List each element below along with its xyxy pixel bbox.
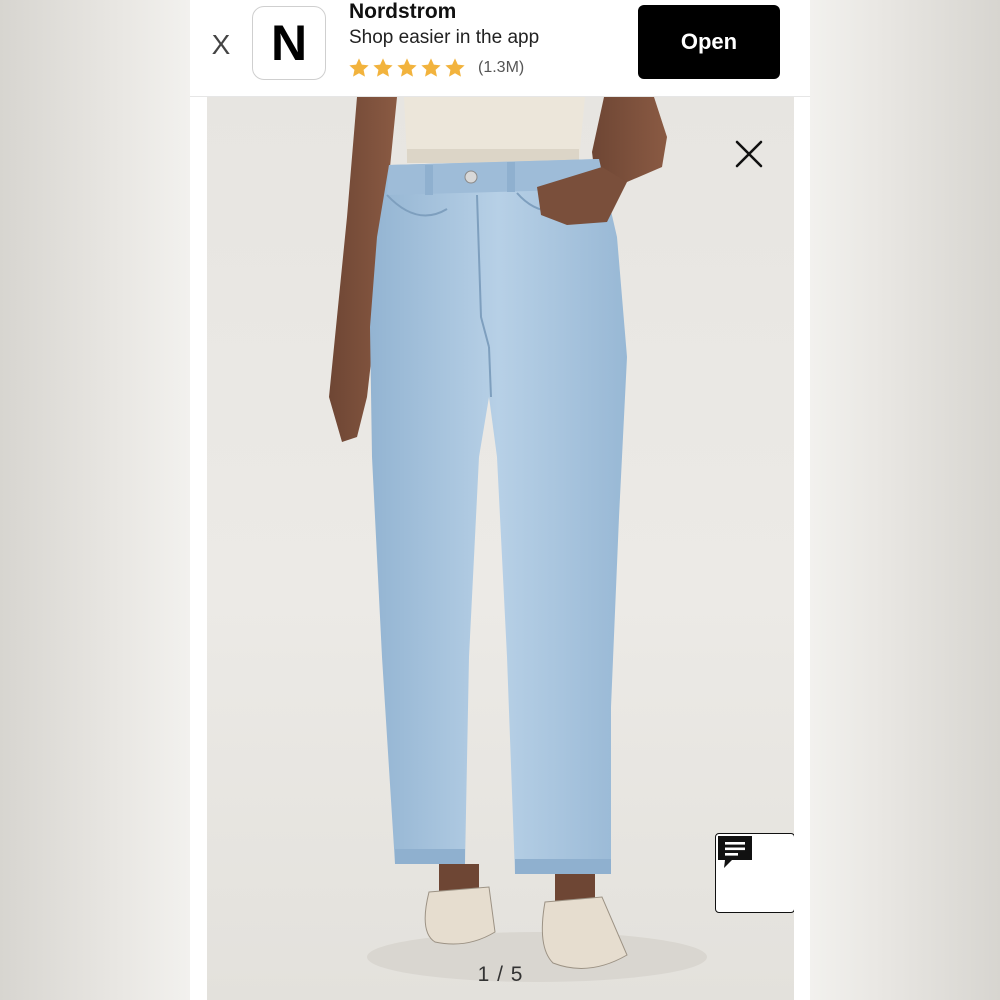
gallery-page-indicator: 1 / 5 bbox=[477, 963, 524, 986]
rating-stars bbox=[348, 57, 466, 79]
close-gallery-button[interactable] bbox=[734, 139, 764, 169]
rating-count: (1.3M) bbox=[478, 59, 525, 76]
mobile-viewport: X N Nordstrom Shop easier in the app (1.… bbox=[190, 0, 810, 1000]
app-tagline: Shop easier in the app bbox=[349, 27, 540, 48]
star-icon bbox=[373, 58, 393, 77]
close-icon bbox=[735, 140, 763, 168]
app-icon-letter: N bbox=[270, 15, 308, 71]
banner-close-button[interactable]: X bbox=[210, 31, 232, 59]
product-image-gallery[interactable]: 1 / 5 bbox=[207, 97, 794, 1000]
nordstrom-app-icon: N bbox=[252, 6, 326, 80]
app-name: Nordstrom bbox=[349, 0, 457, 23]
smart-app-banner: X N Nordstrom Shop easier in the app (1.… bbox=[190, 0, 810, 97]
star-icon bbox=[421, 58, 441, 77]
star-icon bbox=[349, 58, 369, 77]
product-image bbox=[329, 97, 707, 982]
chat-button[interactable] bbox=[715, 833, 794, 913]
open-app-button[interactable]: Open bbox=[638, 5, 780, 79]
star-icon bbox=[445, 58, 465, 77]
star-icon bbox=[397, 58, 417, 77]
app-rating: (1.3M) bbox=[348, 57, 524, 79]
chat-icon bbox=[718, 836, 752, 868]
